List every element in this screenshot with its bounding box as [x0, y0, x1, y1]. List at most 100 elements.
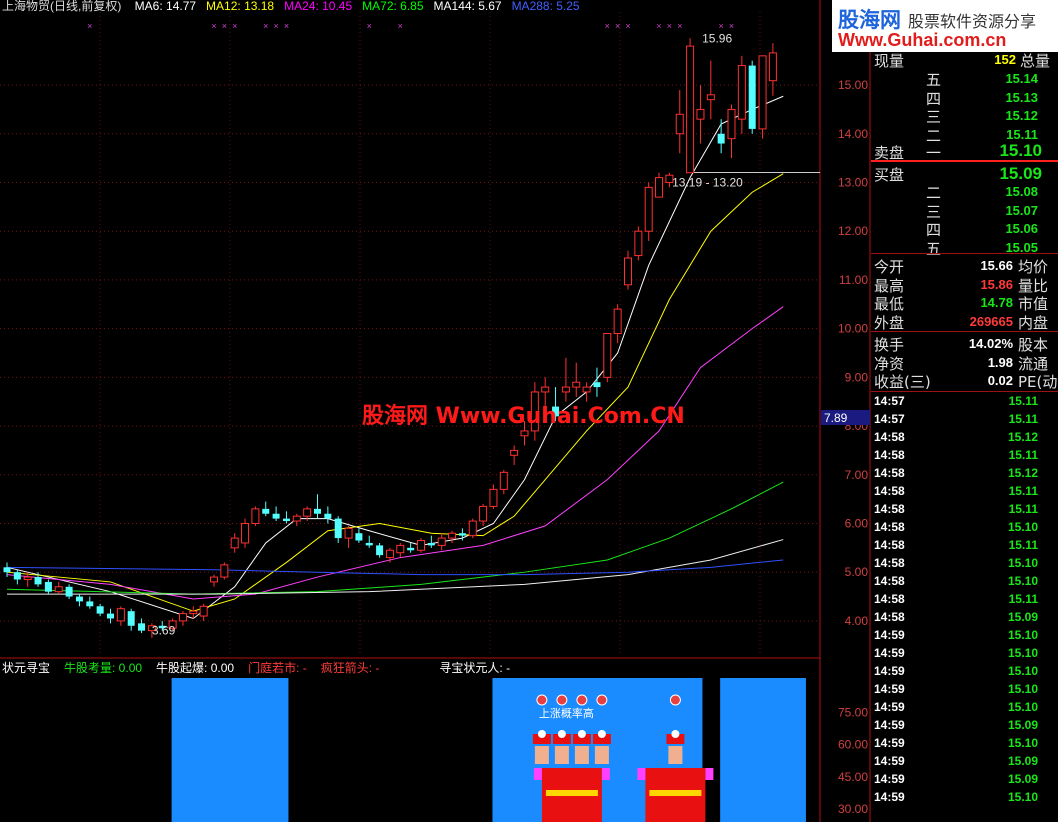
signal-marker: ×: [232, 21, 237, 31]
candle-body: [13, 572, 21, 580]
signal-marker: ×: [729, 21, 734, 31]
candle-body: [44, 581, 52, 592]
figure-face: [554, 746, 569, 764]
indicator-label: 牛股考量: 0.00: [64, 661, 143, 675]
total-volume-label: 总量: [1020, 52, 1051, 70]
price-marker-label: 7.89: [824, 411, 848, 425]
candle-body: [458, 533, 466, 536]
candle-body: [241, 522, 250, 544]
y-tick-label: 15.00: [838, 78, 868, 92]
indicator-label: 寻宝状元人: -: [439, 661, 511, 675]
candle-body: [376, 545, 384, 556]
tick-price: 15.11: [1008, 484, 1038, 498]
candle-body: [385, 549, 394, 559]
candle-body: [127, 611, 135, 626]
tick-price: 15.10: [1007, 628, 1038, 642]
signal-marker: ×: [656, 21, 661, 31]
candle-body: [499, 471, 508, 490]
chart-header: 上海物贸(日线,前复权) MA6: 14.77 MA12: 13.18 MA24: …: [2, 0, 580, 14]
y-tick-label: 4.00: [845, 614, 869, 628]
logo-tagline: 股票软件资源分享: [908, 12, 1037, 31]
candle-body: [603, 333, 612, 378]
tick-time: 14:58: [874, 466, 905, 480]
tick-price: 15.10: [1007, 700, 1038, 714]
tick-time: 14:57: [874, 394, 905, 408]
tick-time: 14:58: [874, 574, 905, 588]
signal-block: [171, 678, 289, 822]
price-annotation: 3.69: [152, 624, 176, 638]
stat-value: 1.98: [987, 354, 1013, 370]
candle-body: [468, 520, 477, 537]
figure-hat-jewel: [577, 730, 586, 738]
figure-face: [574, 746, 589, 764]
candle-body: [624, 257, 632, 286]
candle-body: [189, 610, 198, 615]
tick-time: 14:59: [874, 754, 905, 768]
stock-title: 上海物贸(日线,前复权): [2, 0, 122, 13]
current-volume: 152: [994, 52, 1016, 67]
figure-balloon-icon: [596, 694, 608, 706]
y-tick-label: 9.00: [845, 370, 869, 384]
tick-price: 15.12: [1007, 430, 1038, 444]
tick-price: 15.09: [1007, 718, 1038, 732]
ask-price: 15.12: [1005, 108, 1038, 123]
y-tick-label: 5.00: [845, 565, 869, 579]
sub-y-tick-label: 30.00: [838, 802, 868, 816]
indicator-label: 门庭若市: -: [248, 661, 307, 675]
y-tick-label: 7.00: [845, 468, 869, 482]
tick-time: 14:59: [874, 646, 905, 660]
signal-marker: ×: [719, 21, 724, 31]
candle-body: [686, 45, 695, 174]
candle-body: [220, 564, 229, 578]
tick-time: 14:59: [874, 772, 905, 786]
candle-body: [407, 547, 415, 551]
y-tick-label: 12.00: [838, 224, 868, 238]
figure-face: [668, 746, 683, 764]
tick-time: 14:59: [874, 664, 905, 678]
candle-body: [572, 381, 581, 388]
ask-price: 15.13: [1005, 89, 1038, 105]
candle-body: [230, 537, 239, 549]
tick-time: 14:59: [874, 736, 905, 750]
candle-body: [54, 586, 63, 593]
stat-value: 15.66: [980, 258, 1013, 273]
candle-body: [251, 508, 260, 524]
price-annotation: 15.96: [702, 31, 732, 45]
candle-body: [582, 386, 591, 393]
candle-body: [292, 515, 301, 522]
tick-price: 15.10: [1007, 736, 1038, 750]
figure-sleeve: [637, 768, 646, 780]
sub-y-tick-label: 60.00: [838, 738, 868, 752]
tick-price: 15.10: [1007, 664, 1038, 678]
candle-body: [706, 94, 715, 101]
candle-body: [489, 488, 498, 507]
stat-value: 0.02: [987, 373, 1013, 388]
candle-body: [541, 386, 550, 393]
quote-separator: [871, 160, 1058, 162]
signal-block: [720, 678, 806, 822]
tick-price: 15.10: [1007, 556, 1038, 570]
figure-sleeve: [601, 768, 610, 780]
candle-body: [324, 513, 332, 519]
signal-marker: ×: [87, 21, 92, 31]
tick-time: 14:58: [874, 484, 905, 498]
signal-marker: ×: [273, 21, 278, 31]
figure-belt: [649, 790, 702, 796]
candle-body: [655, 177, 664, 198]
tick-time: 14:59: [874, 790, 905, 804]
figure-sleeve: [533, 768, 542, 780]
tick-time: 14:58: [874, 592, 905, 606]
figure-hat-jewel: [671, 730, 680, 738]
candle-body: [675, 113, 684, 135]
y-tick-label: 13.00: [838, 175, 868, 189]
quote-separator: [871, 253, 1058, 254]
signal-marker: ×: [605, 21, 610, 31]
signal-marker: ×: [398, 21, 403, 31]
ma-label: MA6: 14.77: [134, 0, 197, 13]
candle-body: [613, 308, 622, 335]
tick-price: 15.09: [1007, 772, 1038, 786]
figure-balloon-icon: [556, 694, 568, 706]
candle-body: [510, 449, 519, 456]
candle-body: [737, 65, 746, 120]
candle-body: [303, 508, 312, 517]
